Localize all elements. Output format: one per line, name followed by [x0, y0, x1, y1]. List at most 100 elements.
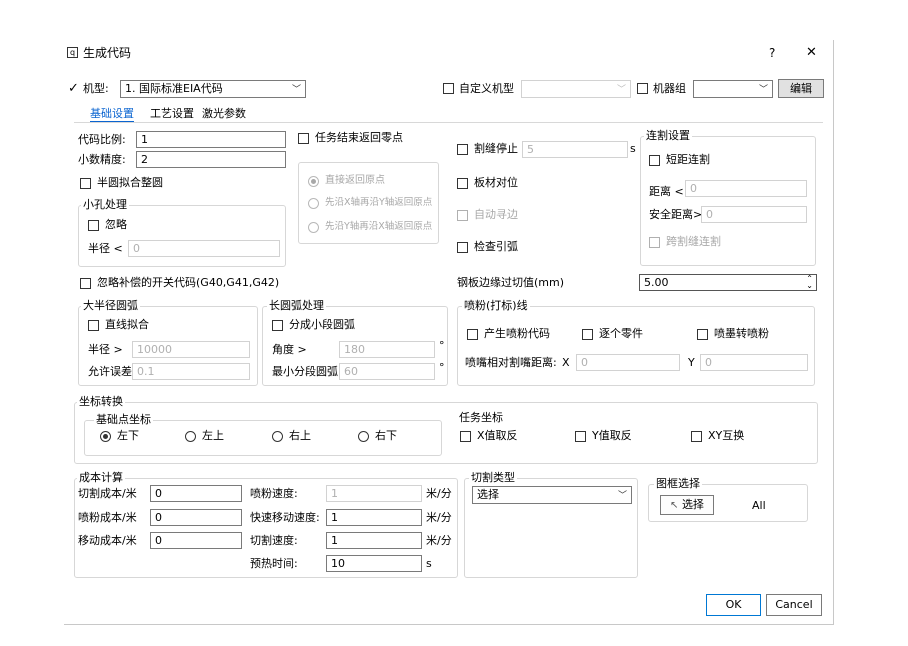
cross-kerf-label: 跨割缝连割 [666, 235, 721, 248]
small-hole-group-label: 小孔处理 [81, 198, 129, 211]
move-cost-input[interactable]: 0 [150, 532, 242, 549]
tab-laser-params[interactable]: 激光参数 [202, 107, 246, 121]
return-zero-checkbox[interactable] [298, 133, 309, 144]
origin-top-left-radio[interactable] [185, 431, 196, 442]
auto-edge-label: 自动寻边 [474, 208, 518, 221]
frame-select-button[interactable]: ↖ 选择 [660, 495, 714, 515]
powder-group [457, 306, 815, 386]
auto-edge-checkbox[interactable] [457, 210, 468, 221]
coord-group-label: 坐标转换 [77, 395, 125, 408]
chevron-down-icon: ﹀ [758, 85, 768, 95]
powder-speed-input[interactable]: 1 [326, 485, 422, 502]
cut-type-select[interactable]: 选择 ﹀ [472, 486, 632, 504]
per-part-checkbox[interactable] [582, 329, 593, 340]
plate-edge-input[interactable]: 5.00 ⌃ ⌄ [639, 274, 817, 291]
machine-select[interactable]: 1. 国际标准EIA代码 ﹀ [120, 80, 306, 98]
machine-checkbox[interactable]: ✓ [68, 82, 79, 95]
cut-cost-label: 切割成本/米 [78, 487, 137, 500]
generate-code-dialog: q 生成代码 ? ✕ ✓ 机型: 1. 国际标准EIA代码 ﹀ 自定义机型 ﹀ … [64, 40, 834, 625]
nozzle-x-input[interactable]: 0 [576, 354, 680, 371]
help-button[interactable]: ? [769, 46, 775, 60]
angle-input[interactable]: 180 [339, 341, 435, 358]
frame-select-button-label: 选择 [681, 498, 704, 511]
hole-radius-input[interactable]: 0 [128, 240, 280, 257]
semicircle-checkbox[interactable] [80, 178, 91, 189]
tolerance-input[interactable]: 0.1 [132, 363, 250, 380]
code-ratio-input[interactable]: 1 [136, 131, 286, 148]
preheat-input[interactable]: 10 [326, 555, 422, 572]
task-coord-group-label: 任务坐标 [457, 411, 505, 424]
distance-label: 距离 < [649, 185, 684, 198]
decimals-input[interactable]: 2 [136, 151, 286, 168]
connect-group-label: 连割设置 [644, 129, 692, 142]
kerf-stop-checkbox[interactable] [457, 144, 468, 155]
machine-group-select[interactable]: ﹀ [693, 80, 773, 98]
check-lead-label: 检查引弧 [474, 240, 518, 253]
close-icon[interactable]: ✕ [806, 46, 817, 60]
cost-group-label: 成本计算 [77, 471, 125, 484]
short-connect-checkbox[interactable] [649, 155, 660, 166]
cut-speed-input[interactable]: 1 [326, 532, 422, 549]
y-invert-label: Y值取反 [592, 429, 632, 442]
ignore-hole-checkbox[interactable] [88, 220, 99, 231]
x-invert-checkbox[interactable] [460, 431, 471, 442]
safe-distance-label: 安全距离> [649, 208, 703, 221]
machine-group-checkbox[interactable] [637, 83, 648, 94]
tab-process-settings[interactable]: 工艺设置 [150, 107, 194, 121]
code-ratio-label: 代码比例: [78, 133, 126, 146]
edit-button[interactable]: 编辑 [778, 79, 824, 98]
min-seg-input[interactable]: 60 [339, 363, 435, 380]
machine-select-value: 1. 国际标准EIA代码 [125, 82, 223, 95]
ink-to-powder-checkbox[interactable] [697, 329, 708, 340]
large-radius-input[interactable]: 10000 [132, 341, 250, 358]
xy-swap-checkbox[interactable] [691, 431, 702, 442]
cursor-arrow-icon: ↖ [670, 500, 679, 511]
origin-bottom-right-radio[interactable] [358, 431, 369, 442]
return-y-then-x-radio[interactable] [308, 222, 319, 233]
ink-to-powder-label: 喷墨转喷粉 [714, 327, 769, 340]
rapid-speed-input[interactable]: 1 [326, 509, 422, 526]
custom-machine-label: 自定义机型 [459, 82, 514, 95]
check-lead-checkbox[interactable] [457, 242, 468, 253]
tab-basic-settings[interactable]: 基础设置 [90, 107, 134, 122]
cross-kerf-checkbox[interactable] [649, 237, 660, 248]
powder-cost-input[interactable]: 0 [150, 509, 242, 526]
return-direct-label: 直接返回原点 [325, 175, 385, 186]
cut-cost-input[interactable]: 0 [150, 485, 242, 502]
ok-button[interactable]: OK [706, 594, 761, 616]
origin-bottom-left-radio[interactable] [100, 431, 111, 442]
preheat-label: 预热时间: [250, 557, 298, 570]
cut-speed-label: 切割速度: [250, 534, 298, 547]
powder-code-checkbox[interactable] [467, 329, 478, 340]
split-arc-checkbox[interactable] [272, 320, 283, 331]
return-x-then-y-radio[interactable] [308, 198, 319, 209]
y-invert-checkbox[interactable] [575, 431, 586, 442]
short-connect-label: 短距连割 [666, 153, 710, 166]
origin-top-right-radio[interactable] [272, 431, 283, 442]
kerf-stop-input[interactable]: 5 [522, 141, 628, 158]
distance-input[interactable]: 0 [685, 180, 807, 197]
spin-updown-icon[interactable]: ⌃ ⌄ [806, 275, 813, 290]
safe-distance-input[interactable]: 0 [701, 206, 807, 223]
line-fit-label: 直线拟合 [105, 318, 149, 331]
plate-align-label: 板材对位 [474, 176, 518, 189]
custom-machine-select[interactable]: ﹀ [521, 80, 631, 98]
custom-machine-checkbox[interactable] [443, 83, 454, 94]
angle-unit: ° [439, 339, 445, 352]
plate-align-checkbox[interactable] [457, 178, 468, 189]
cancel-button[interactable]: Cancel [766, 594, 822, 616]
nozzle-y-input[interactable]: 0 [700, 354, 808, 371]
tolerance-label: 允许误差 [88, 365, 132, 378]
cut-type-value: 选择 [477, 488, 499, 501]
ignore-comp-checkbox[interactable] [80, 278, 91, 289]
min-seg-unit: ° [439, 361, 445, 374]
cut-type-group-label: 切割类型 [469, 471, 517, 484]
origin-bottom-right-label: 右下 [375, 429, 397, 442]
line-fit-checkbox[interactable] [88, 320, 99, 331]
cut-speed-unit: 米/分 [426, 534, 452, 547]
return-direct-radio[interactable] [308, 176, 319, 187]
hole-radius-label: 半径 < [88, 242, 123, 255]
semicircle-label: 半圆拟合整圆 [97, 176, 163, 189]
chevron-down-icon: ﹀ [617, 491, 627, 501]
long-arc-group-label: 长圆弧处理 [267, 299, 326, 312]
